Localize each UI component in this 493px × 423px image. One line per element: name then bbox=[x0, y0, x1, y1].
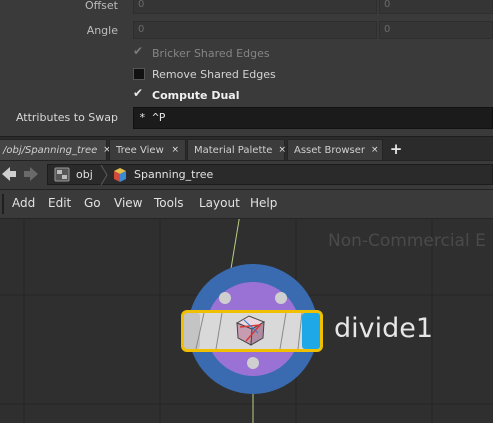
menu-go[interactable]: Go bbox=[84, 196, 101, 210]
menu-layout[interactable]: Layout bbox=[199, 196, 240, 210]
node-name-label: divide1 bbox=[334, 313, 434, 344]
parameter-panel: Offset 0 0 Angle 0 0 Bricker Shared Edge… bbox=[0, 0, 493, 134]
tab-label: Tree View bbox=[116, 144, 164, 156]
remove-shared-edges-toggle[interactable]: Remove Shared Edges bbox=[133, 65, 276, 83]
breadcrumb-spanning-tree[interactable]: Spanning_tree bbox=[134, 168, 213, 181]
compute-dual-label: Compute Dual bbox=[152, 88, 240, 102]
compute-dual-toggle[interactable]: Compute Dual bbox=[133, 86, 240, 104]
tab-network-spanning-tree[interactable]: /obj/Spanning_tree × bbox=[0, 139, 111, 160]
close-icon[interactable]: × bbox=[171, 145, 179, 155]
bricker-label: Bricker Shared Edges bbox=[152, 46, 270, 60]
breadcrumb-obj[interactable]: obj bbox=[76, 168, 93, 181]
network-editor-canvas[interactable]: Non-Commercial E divide1 bbox=[0, 219, 493, 423]
breadcrumb: obj Spanning_tree bbox=[47, 164, 493, 185]
bricker-checkbox[interactable] bbox=[133, 44, 145, 59]
tab-label: /obj/Spanning_tree bbox=[3, 144, 98, 156]
path-bar: obj Spanning_tree bbox=[0, 160, 493, 190]
tab-tree-view[interactable]: Tree View × bbox=[109, 139, 186, 160]
bricker-shared-edges-toggle[interactable]: Bricker Shared Edges bbox=[133, 44, 270, 62]
tab-material-palette[interactable]: Material Palette × bbox=[187, 139, 286, 160]
menu-grip bbox=[2, 194, 4, 214]
angle-x-field[interactable]: 0 bbox=[133, 21, 377, 39]
angle-label: Angle bbox=[86, 24, 118, 37]
tab-asset-browser[interactable]: Asset Browser × bbox=[287, 139, 383, 160]
tab-label: Material Palette bbox=[194, 144, 273, 156]
remove-label: Remove Shared Edges bbox=[152, 67, 276, 81]
pane-tab-bar: /obj/Spanning_tree × Tree View × Materia… bbox=[0, 136, 493, 161]
close-icon[interactable]: × bbox=[278, 145, 286, 155]
back-arrow-icon[interactable] bbox=[0, 164, 18, 184]
output-connector[interactable] bbox=[247, 357, 259, 369]
geometry-object-icon bbox=[114, 168, 126, 182]
close-icon[interactable]: × bbox=[371, 145, 379, 155]
offset-label: Offset bbox=[84, 0, 118, 12]
tab-label: Asset Browser bbox=[294, 144, 366, 156]
input-connector-1[interactable] bbox=[219, 292, 231, 304]
menu-add[interactable]: Add bbox=[12, 196, 35, 210]
breadcrumb-separator-icon bbox=[100, 165, 108, 185]
menu-tools[interactable]: Tools bbox=[154, 196, 184, 210]
network-menu-bar: Add Edit Go View Tools Layout Help bbox=[0, 190, 493, 219]
input-connector-2[interactable] bbox=[275, 292, 287, 304]
offset-y-field[interactable]: 0 bbox=[379, 0, 493, 14]
angle-y-field[interactable]: 0 bbox=[379, 21, 493, 39]
obj-network-icon bbox=[54, 167, 70, 182]
forward-arrow-icon[interactable] bbox=[22, 164, 40, 184]
menu-edit[interactable]: Edit bbox=[48, 196, 71, 210]
offset-x-field[interactable]: 0 bbox=[133, 0, 377, 14]
attributes-to-swap-input[interactable]: * ^P bbox=[133, 107, 493, 129]
remove-checkbox[interactable] bbox=[133, 68, 145, 80]
attributes-to-swap-label: Attributes to Swap bbox=[15, 111, 118, 124]
menu-help[interactable]: Help bbox=[250, 196, 277, 210]
add-tab-icon[interactable]: + bbox=[388, 139, 404, 159]
menu-view[interactable]: View bbox=[114, 196, 142, 210]
compute-dual-checkbox[interactable] bbox=[133, 86, 145, 101]
